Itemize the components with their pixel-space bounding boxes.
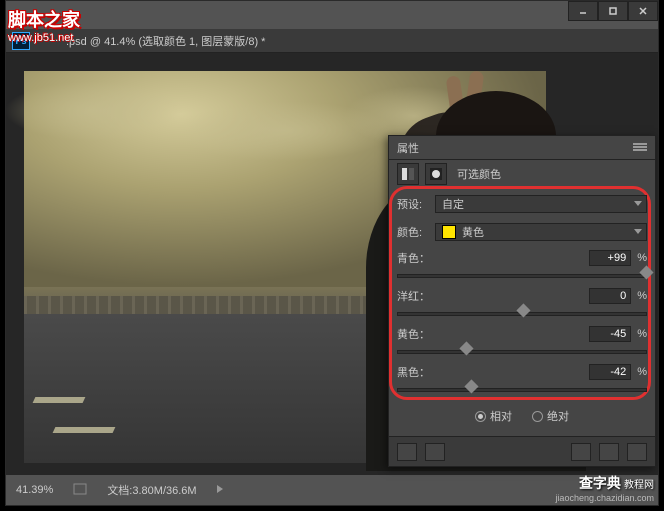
- chevron-down-icon: [634, 229, 642, 234]
- document-tabbar: Ps .psd @ 41.4% (选取颜色 1, 图层蒙版/8) *: [6, 29, 658, 53]
- zoom-level[interactable]: 41.39%: [16, 484, 53, 496]
- statusbar-icon[interactable]: [73, 483, 87, 498]
- preset-dropdown[interactable]: 自定: [435, 195, 647, 213]
- panel-menu-icon[interactable]: [633, 143, 647, 153]
- slider-value-input[interactable]: -42: [589, 364, 631, 380]
- clip-to-layer-icon[interactable]: [397, 443, 417, 461]
- document-info[interactable]: 文档:3.80M/36.6M: [107, 482, 196, 498]
- chevron-down-icon: [634, 201, 642, 206]
- slider-magenta: 洋红： 0 %: [397, 288, 647, 322]
- slider-yellow: 黄色： -45 %: [397, 326, 647, 360]
- minimize-button[interactable]: [568, 1, 598, 21]
- maximize-button[interactable]: [598, 1, 628, 21]
- slider-value-input[interactable]: +99: [589, 250, 631, 266]
- slider-value-input[interactable]: 0: [589, 288, 631, 304]
- color-row: 颜色: 黄色: [397, 222, 647, 242]
- reset-icon[interactable]: [571, 443, 591, 461]
- slider-label: 黄色：: [397, 326, 430, 342]
- radio-absolute[interactable]: 绝对: [532, 408, 569, 424]
- panel-footer: [389, 436, 655, 466]
- radio-relative[interactable]: 相对: [475, 408, 512, 424]
- slider-track[interactable]: [397, 344, 647, 360]
- slider-label: 洋红：: [397, 288, 430, 304]
- slider-track[interactable]: [397, 268, 647, 284]
- slider-black: 黑色： -42 %: [397, 364, 647, 398]
- properties-panel: 属性 可选颜色 预设: 自定 颜色: 黄色 青色：: [388, 135, 656, 467]
- slider-track[interactable]: [397, 306, 647, 322]
- panel-body: 预设: 自定 颜色: 黄色 青色： +99 %: [389, 188, 655, 436]
- close-button[interactable]: [628, 1, 658, 21]
- window-controls: [568, 1, 658, 21]
- preset-label: 预设:: [397, 196, 435, 212]
- document-tab[interactable]: .psd @ 41.4% (选取颜色 1, 图层蒙版/8) *: [66, 33, 265, 49]
- slider-track[interactable]: [397, 382, 647, 398]
- slider-label: 青色：: [397, 250, 430, 266]
- panel-header[interactable]: 属性: [389, 136, 655, 160]
- visibility-icon[interactable]: [599, 443, 619, 461]
- watermark-top-left: 脚本之家 www.jb51.net: [8, 6, 80, 44]
- color-dropdown[interactable]: 黄色: [435, 223, 647, 241]
- trash-icon[interactable]: [627, 443, 647, 461]
- mask-icon[interactable]: [425, 163, 447, 185]
- color-swatch: [442, 225, 456, 239]
- adjustment-name: 可选颜色: [457, 166, 501, 182]
- slider-label: 黑色：: [397, 364, 430, 380]
- view-previous-icon[interactable]: [425, 443, 445, 461]
- adjustment-header: 可选颜色: [389, 160, 655, 188]
- titlebar: [6, 1, 658, 29]
- preset-row: 预设: 自定: [397, 194, 647, 214]
- slider-cyan: 青色： +99 %: [397, 250, 647, 284]
- radio-icon: [532, 411, 543, 422]
- radio-icon: [475, 411, 486, 422]
- slider-value-input[interactable]: -45: [589, 326, 631, 342]
- color-label: 颜色:: [397, 224, 435, 240]
- panel-title: 属性: [397, 140, 419, 156]
- watermark-bottom-right: 查字典 教程网 jiaocheng.chazidian.com: [555, 473, 654, 503]
- adjustment-icon[interactable]: [397, 163, 419, 185]
- method-radios: 相对 绝对: [397, 408, 647, 430]
- statusbar-arrow-icon[interactable]: [217, 484, 225, 496]
